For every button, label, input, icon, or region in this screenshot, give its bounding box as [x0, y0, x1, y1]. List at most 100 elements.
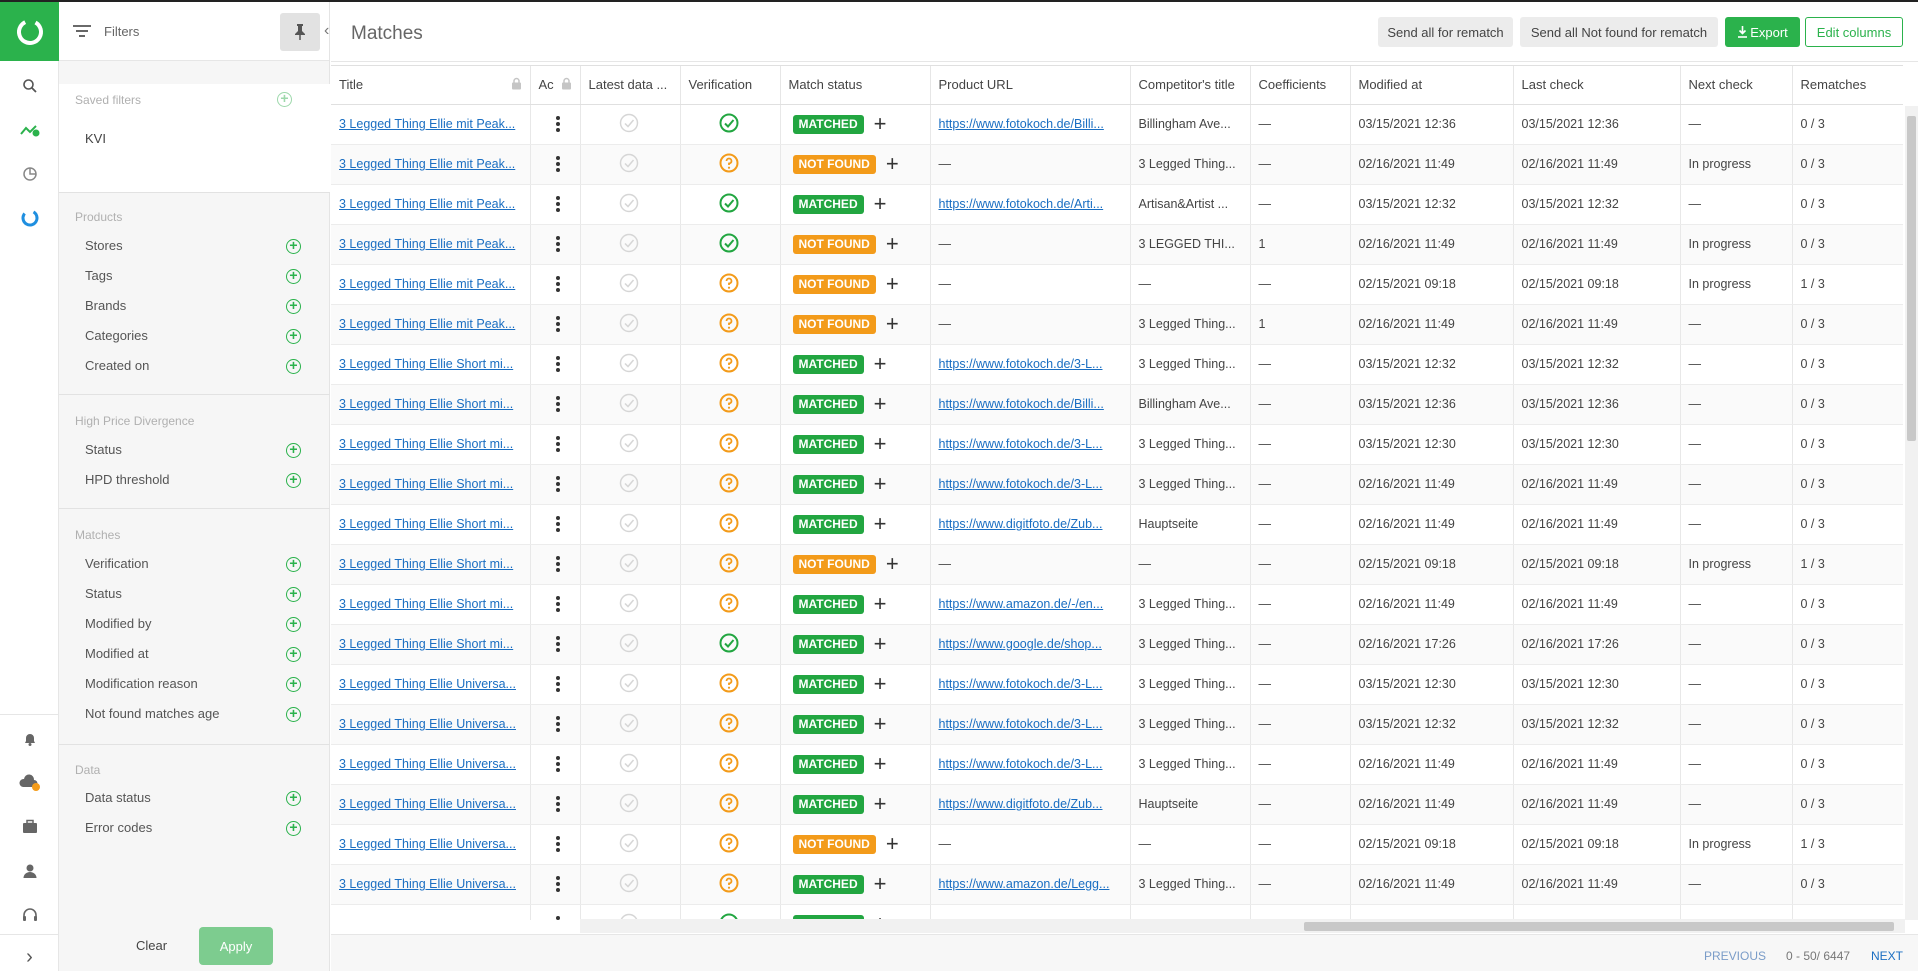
table-row[interactable]: 3 Legged Thing Ellie Universa... NOT FOUN… [331, 824, 1903, 865]
pie-chart-icon[interactable] [0, 154, 59, 194]
product-url-link[interactable]: https://www.fotokoch.de/3-L... [939, 437, 1103, 451]
column-header[interactable]: Coefficients [1250, 66, 1351, 105]
product-title-link[interactable]: 3 Legged Thing Ellie Universa... [339, 877, 516, 891]
unverified-question-icon[interactable] [719, 873, 739, 896]
product-title-link[interactable]: 3 Legged Thing Ellie mit Peak... [339, 277, 515, 291]
product-title-link[interactable]: 3 Legged Thing Ellie Short mi... [339, 397, 513, 411]
table-row[interactable]: 3 Legged Thing Ellie Short mi... MATCHED +… [331, 584, 1903, 625]
filter-error-codes[interactable]: Error codes + [85, 820, 315, 838]
matches-icon[interactable] [0, 198, 59, 238]
add-match-icon[interactable]: + [874, 113, 887, 135]
filter-stores[interactable]: Stores + [85, 238, 315, 256]
row-actions-icon[interactable] [555, 754, 560, 774]
product-url-link[interactable]: https://www.digitfoto.de/Zub... [939, 797, 1103, 811]
table-row[interactable]: 3 Legged Thing Ellie mit Peak... MATCHED +… [331, 104, 1903, 145]
row-actions-icon[interactable] [555, 394, 560, 414]
search-icon[interactable] [0, 66, 59, 106]
unverified-question-icon[interactable] [719, 473, 739, 496]
product-url-link[interactable]: https://www.fotokoch.de/3-L... [939, 757, 1103, 771]
unverified-question-icon[interactable] [719, 753, 739, 776]
filter-categories[interactable]: Categories + [85, 328, 315, 346]
send-not-found-rematch-button[interactable]: Send all Not found for rematch [1520, 17, 1718, 47]
product-title-link[interactable]: 3 Legged Thing Ellie Short mi... [339, 477, 513, 491]
row-actions-icon[interactable] [555, 194, 560, 214]
previous-page-button[interactable]: PREVIOUS [1704, 949, 1766, 963]
row-actions-icon[interactable] [555, 874, 560, 894]
row-actions-icon[interactable] [555, 554, 560, 574]
add-match-icon[interactable]: + [874, 673, 887, 695]
column-header[interactable]: Next check [1680, 66, 1793, 105]
column-header[interactable]: Rematches [1792, 66, 1903, 105]
table-row[interactable]: 3 Legged Thing Ellie Universa... MATCHED +… [331, 864, 1903, 905]
table-row[interactable]: 3 Legged Thing Ellie Short mi... MATCHED +… [331, 424, 1903, 465]
vertical-scrollbar[interactable] [1905, 106, 1918, 920]
filter-modified-at[interactable]: Modified at + [85, 646, 315, 664]
pin-icon[interactable] [280, 13, 320, 51]
row-actions-icon[interactable] [555, 434, 560, 454]
product-title-link[interactable]: 3 Legged Thing Ellie Short mi... [339, 357, 513, 371]
headset-icon[interactable] [0, 895, 59, 935]
table-row[interactable]: 3 Legged Thing Ellie Short mi... MATCHED +… [331, 624, 1903, 665]
add-match-icon[interactable]: + [874, 713, 887, 735]
row-actions-icon[interactable] [555, 474, 560, 494]
add-match-icon[interactable]: + [874, 873, 887, 895]
edit-columns-button[interactable]: Edit columns [1805, 17, 1903, 47]
table-row[interactable]: 3 Legged Thing Ellie mit Peak... MATCHED +… [331, 184, 1903, 225]
filter-brands[interactable]: Brands + [85, 298, 315, 316]
column-header[interactable]: Product URL [930, 66, 1131, 105]
row-actions-icon[interactable] [555, 154, 560, 174]
product-title-link[interactable]: 3 Legged Thing Ellie Short mi... [339, 637, 513, 651]
product-title-link[interactable]: 3 Legged Thing Ellie Short mi... [339, 517, 513, 531]
scroll-thumb[interactable] [1304, 922, 1894, 931]
column-header[interactable]: Ac [530, 66, 581, 105]
add-match-icon[interactable]: + [874, 473, 887, 495]
row-actions-icon[interactable] [555, 714, 560, 734]
filter-tags[interactable]: Tags + [85, 268, 315, 286]
row-actions-icon[interactable] [555, 314, 560, 334]
table-row[interactable]: 3 Legged Thing Ellie Short mi... NOT FOUN… [331, 544, 1903, 585]
add-match-icon[interactable]: + [886, 553, 899, 575]
next-page-button[interactable]: NEXT [1871, 949, 1903, 963]
add-match-icon[interactable]: + [886, 233, 899, 255]
unverified-question-icon[interactable] [719, 433, 739, 456]
add-match-icon[interactable]: + [886, 273, 899, 295]
horizontal-scrollbar[interactable] [580, 919, 1905, 933]
filter-modification-reason[interactable]: Modification reason + [85, 676, 315, 694]
product-url-link[interactable]: https://www.fotokoch.de/Billi... [939, 117, 1104, 131]
product-title-link[interactable]: 3 Legged Thing Ellie Universa... [339, 797, 516, 811]
user-icon[interactable] [0, 851, 59, 891]
table-row[interactable]: 3 Legged Thing Ellie mit Peak... NOT FOUN… [331, 144, 1903, 185]
table-row[interactable]: 3 Legged Thing Ellie Universa... MATCHED +… [331, 704, 1903, 745]
table-row[interactable]: 3 Legged Thing Ellie Short mi... MATCHED +… [331, 504, 1903, 545]
unverified-question-icon[interactable] [719, 393, 739, 416]
verified-check-icon[interactable] [719, 193, 739, 216]
table-row[interactable]: 3 Legged Thing Ellie mit Peak... NOT FOUN… [331, 304, 1903, 345]
product-url-link[interactable]: https://www.google.de/shop... [939, 637, 1102, 651]
unverified-question-icon[interactable] [719, 313, 739, 336]
product-title-link[interactable]: 3 Legged Thing Ellie mit Peak... [339, 197, 515, 211]
unverified-question-icon[interactable] [719, 713, 739, 736]
verified-check-icon[interactable] [719, 233, 739, 256]
product-title-link[interactable]: 3 Legged Thing Ellie Universa... [339, 717, 516, 731]
product-url-link[interactable]: https://www.fotokoch.de/3-L... [939, 717, 1103, 731]
product-title-link[interactable]: 3 Legged Thing Ellie mit Peak... [339, 117, 515, 131]
briefcase-icon[interactable] [0, 807, 59, 847]
column-header[interactable]: Last check [1513, 66, 1681, 105]
row-actions-icon[interactable] [555, 794, 560, 814]
filter-hpd-status[interactable]: Status + [85, 442, 315, 460]
product-url-link[interactable]: https://www.digitfoto.de/Zub... [939, 517, 1103, 531]
table-row[interactable]: 3 Legged Thing Ellie Short mi... MATCHED +… [331, 464, 1903, 505]
unverified-question-icon[interactable] [719, 833, 739, 856]
add-match-icon[interactable]: + [874, 593, 887, 615]
row-actions-icon[interactable] [555, 914, 560, 920]
send-all-rematch-button[interactable]: Send all for rematch [1378, 17, 1513, 47]
add-match-icon[interactable]: + [874, 393, 887, 415]
filter-match-status[interactable]: Status + [85, 586, 315, 604]
product-url-link[interactable]: https://www.amazon.de/Legg... [939, 877, 1110, 891]
add-match-icon[interactable]: + [886, 313, 899, 335]
column-header[interactable]: Latest data ... [580, 66, 681, 105]
expand-rail-icon[interactable]: › [0, 937, 59, 971]
product-url-link[interactable]: https://www.fotokoch.de/3-L... [939, 677, 1103, 691]
product-url-link[interactable]: https://www.fotokoch.de/3-L... [939, 357, 1103, 371]
add-saved-filter-icon[interactable]: + [277, 91, 292, 107]
